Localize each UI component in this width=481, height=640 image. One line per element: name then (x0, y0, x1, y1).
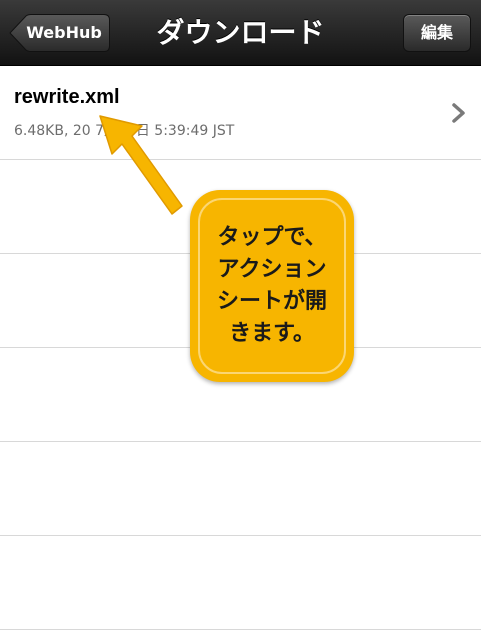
list-item[interactable]: rewrite.xml 6.48KB, 20 7月14日 5:39:49 JST (0, 66, 481, 160)
chevron-right-icon (452, 103, 465, 123)
edit-button[interactable]: 編集 (403, 14, 471, 52)
list-item-empty (0, 536, 481, 630)
navigation-bar: ダウンロード WebHub 編集 (0, 0, 481, 66)
callout-text: タップで、 アクション シートが開 きます。 (190, 222, 354, 350)
back-button[interactable]: WebHub (8, 14, 110, 52)
callout-line: タップで、 (217, 225, 327, 250)
arrow-pointer-icon (99, 115, 183, 215)
list-item-empty (0, 442, 481, 536)
back-button-label: WebHub (26, 23, 102, 42)
callout-line: シートが開 (216, 289, 327, 314)
file-name: rewrite.xml (14, 86, 120, 108)
callout-line: アクション (217, 257, 327, 282)
callout-line: きます。 (229, 321, 315, 346)
annotation-callout: タップで、 アクション シートが開 きます。 (190, 190, 354, 382)
